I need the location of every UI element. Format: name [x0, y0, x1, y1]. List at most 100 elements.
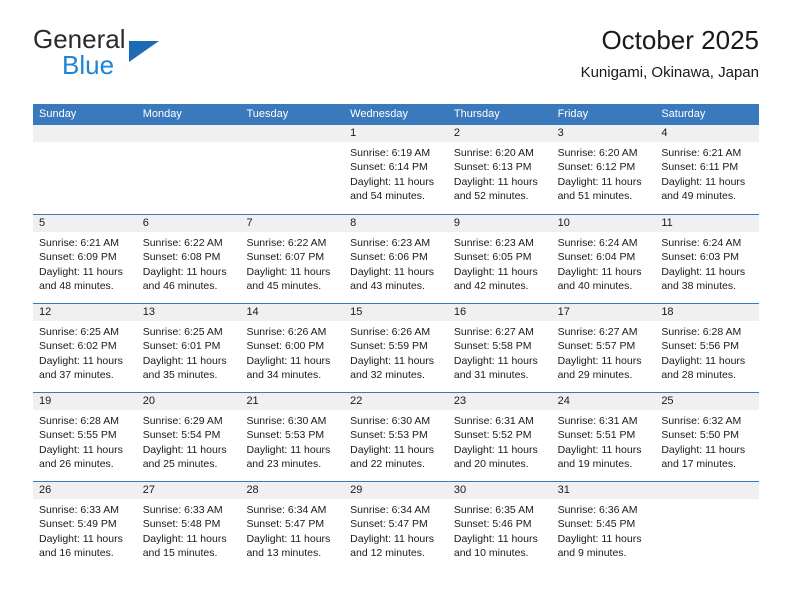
day-cell[interactable]: Sunrise: 6:34 AM Sunset: 5:47 PM Daylight:… — [344, 499, 448, 570]
daylight-text: Daylight: 11 hours — [557, 175, 642, 188]
day-cell[interactable]: Sunrise: 6:32 AM Sunset: 5:50 PM Daylight:… — [655, 410, 759, 481]
day-number[interactable]: 13 — [137, 304, 241, 321]
day-detail-band: Sunrise: 6:19 AM Sunset: 6:14 PM Daylight:… — [33, 142, 759, 213]
day-number[interactable]: 3 — [552, 125, 656, 142]
sunrise-text: Sunrise: 6:34 AM — [246, 504, 327, 516]
daylight-text: Daylight: 11 hours — [350, 265, 435, 278]
day-number[interactable]: 21 — [240, 393, 344, 410]
daylight-text: and 22 minutes. — [350, 457, 425, 470]
day-cell[interactable]: Sunrise: 6:24 AM Sunset: 6:04 PM Daylight:… — [552, 232, 656, 303]
day-cell[interactable]: Sunrise: 6:28 AM Sunset: 5:55 PM Daylight:… — [33, 410, 137, 481]
sunset-text: Sunset: 6:03 PM — [661, 251, 739, 264]
day-cell[interactable]: Sunrise: 6:29 AM Sunset: 5:54 PM Daylight:… — [137, 410, 241, 481]
sunrise-text: Sunrise: 6:22 AM — [246, 237, 327, 249]
day-number[interactable]: 24 — [552, 393, 656, 410]
day-number[interactable]: 20 — [137, 393, 241, 410]
sunrise-text: Sunrise: 6:23 AM — [350, 237, 431, 249]
day-number[interactable]: 17 — [552, 304, 656, 321]
daylight-text: Daylight: 11 hours — [453, 354, 538, 367]
sunset-text: Sunset: 5:54 PM — [142, 429, 221, 442]
daylight-text: Daylight: 11 hours — [350, 532, 435, 545]
day-number[interactable]: 2 — [448, 125, 552, 142]
daylight-text: and 25 minutes. — [142, 457, 218, 470]
day-number[interactable]: 29 — [344, 482, 448, 499]
day-cell[interactable]: Sunrise: 6:26 AM Sunset: 6:00 PM Daylight:… — [240, 321, 344, 392]
daylight-text: Daylight: 11 hours — [142, 532, 227, 545]
sunrise-text: Sunrise: 6:36 AM — [557, 504, 638, 516]
sunrise-text: Sunrise: 6:28 AM — [661, 326, 742, 338]
day-cell[interactable]: Sunrise: 6:27 AM Sunset: 5:58 PM Daylight:… — [448, 321, 552, 392]
weekday-header-row: Sunday Monday Tuesday Wednesday Thursday Frid… — [33, 104, 759, 125]
day-cell[interactable]: Sunrise: 6:24 AM Sunset: 6:03 PM Daylight:… — [655, 232, 759, 303]
day-cell[interactable]: Sunrise: 6:31 AM Sunset: 5:52 PM Daylight:… — [448, 410, 552, 481]
day-cell[interactable]: Sunrise: 6:23 AM Sunset: 6:05 PM Daylight:… — [448, 232, 552, 303]
day-cell[interactable]: Sunrise: 6:22 AM Sunset: 6:08 PM Daylight:… — [137, 232, 241, 303]
daylight-text: and 42 minutes. — [453, 279, 529, 292]
day-number[interactable]: 14 — [240, 304, 344, 321]
calendar-week-row: 19 20 21 22 23 24 25 Sunrise: 6:28 AM Sunset: 5:… — [33, 392, 759, 481]
sunset-text: Sunset: 5:58 PM — [453, 340, 532, 353]
day-number[interactable]: 5 — [33, 215, 137, 232]
day-number[interactable]: 12 — [33, 304, 137, 321]
day-number[interactable]: 25 — [655, 393, 759, 410]
day-detail-band: Sunrise: 6:25 AM Sunset: 6:02 PM Daylight:… — [33, 321, 759, 392]
day-cell[interactable]: Sunrise: 6:25 AM Sunset: 6:01 PM Daylight:… — [137, 321, 241, 392]
day-cell[interactable]: Sunrise: 6:34 AM Sunset: 5:47 PM Daylight:… — [240, 499, 344, 570]
day-cell-empty — [33, 142, 137, 213]
day-cell[interactable]: Sunrise: 6:27 AM Sunset: 5:57 PM Daylight:… — [552, 321, 656, 392]
day-cell[interactable]: Sunrise: 6:28 AM Sunset: 5:56 PM Daylight:… — [655, 321, 759, 392]
day-number[interactable]: 8 — [344, 215, 448, 232]
sunset-text: Sunset: 6:04 PM — [557, 251, 636, 264]
day-cell[interactable]: Sunrise: 6:31 AM Sunset: 5:51 PM Daylight:… — [552, 410, 656, 481]
day-number[interactable]: 10 — [552, 215, 656, 232]
daylight-text: Daylight: 11 hours — [661, 175, 746, 188]
daylight-text: and 10 minutes. — [453, 546, 529, 559]
day-number[interactable]: 4 — [655, 125, 759, 142]
day-number[interactable]: 22 — [344, 393, 448, 410]
weekday-header-wednesday: Wednesday — [350, 108, 409, 120]
day-cell[interactable]: Sunrise: 6:19 AM Sunset: 6:14 PM Daylight:… — [344, 142, 448, 213]
daylight-text: and 45 minutes. — [246, 279, 322, 292]
day-cell[interactable]: Sunrise: 6:35 AM Sunset: 5:46 PM Daylight:… — [448, 499, 552, 570]
day-number[interactable]: 16 — [448, 304, 552, 321]
day-number[interactable]: 26 — [33, 482, 137, 499]
day-cell[interactable]: Sunrise: 6:23 AM Sunset: 6:06 PM Daylight:… — [344, 232, 448, 303]
day-number[interactable]: 6 — [137, 215, 241, 232]
day-number[interactable]: 19 — [33, 393, 137, 410]
day-number[interactable]: 30 — [448, 482, 552, 499]
sunset-text: Sunset: 5:59 PM — [350, 340, 428, 353]
day-cell[interactable]: Sunrise: 6:33 AM Sunset: 5:49 PM Daylight:… — [33, 499, 137, 570]
sunrise-text: Sunrise: 6:31 AM — [453, 415, 534, 427]
day-cell[interactable]: Sunrise: 6:30 AM Sunset: 5:53 PM Daylight:… — [344, 410, 448, 481]
day-number[interactable]: 11 — [655, 215, 759, 232]
day-cell[interactable]: Sunrise: 6:20 AM Sunset: 6:13 PM Daylight:… — [448, 142, 552, 213]
daylight-text: and 43 minutes. — [350, 279, 425, 292]
day-number[interactable]: 31 — [552, 482, 656, 499]
day-detail-band: Sunrise: 6:21 AM Sunset: 6:09 PM Daylight:… — [33, 232, 759, 303]
day-number[interactable]: 28 — [240, 482, 344, 499]
calendar-week-row: 12 13 14 15 16 17 18 Sunrise: 6:25 AM Sunset: 6:… — [33, 303, 759, 392]
day-cell-empty — [655, 499, 759, 570]
day-number[interactable]: 27 — [137, 482, 241, 499]
sunrise-text: Sunrise: 6:30 AM — [246, 415, 327, 427]
weekday-header-saturday: Saturday — [661, 108, 706, 120]
day-cell[interactable]: Sunrise: 6:33 AM Sunset: 5:48 PM Daylight:… — [137, 499, 241, 570]
day-cell[interactable]: Sunrise: 6:20 AM Sunset: 6:12 PM Daylight:… — [552, 142, 656, 213]
day-number[interactable]: 1 — [344, 125, 448, 142]
day-cell[interactable]: Sunrise: 6:30 AM Sunset: 5:53 PM Daylight:… — [240, 410, 344, 481]
day-cell[interactable]: Sunrise: 6:26 AM Sunset: 5:59 PM Daylight:… — [344, 321, 448, 392]
day-number[interactable]: 15 — [344, 304, 448, 321]
day-number[interactable]: 7 — [240, 215, 344, 232]
day-cell[interactable]: Sunrise: 6:21 AM Sunset: 6:11 PM Daylight:… — [655, 142, 759, 213]
day-cell[interactable]: Sunrise: 6:21 AM Sunset: 6:09 PM Daylight:… — [33, 232, 137, 303]
sunset-text: Sunset: 6:12 PM — [557, 161, 636, 174]
day-cell[interactable]: Sunrise: 6:25 AM Sunset: 6:02 PM Daylight:… — [33, 321, 137, 392]
weekday-header-tuesday: Tuesday — [246, 108, 289, 120]
day-number[interactable]: 9 — [448, 215, 552, 232]
daylight-text: and 16 minutes. — [39, 546, 114, 559]
day-number[interactable]: 18 — [655, 304, 759, 321]
day-cell[interactable]: Sunrise: 6:36 AM Sunset: 5:45 PM Daylight:… — [552, 499, 656, 570]
day-cell[interactable]: Sunrise: 6:22 AM Sunset: 6:07 PM Daylight:… — [240, 232, 344, 303]
page-subtitle: Kunigami, Okinawa, Japan — [580, 64, 759, 81]
day-number[interactable]: 23 — [448, 393, 552, 410]
